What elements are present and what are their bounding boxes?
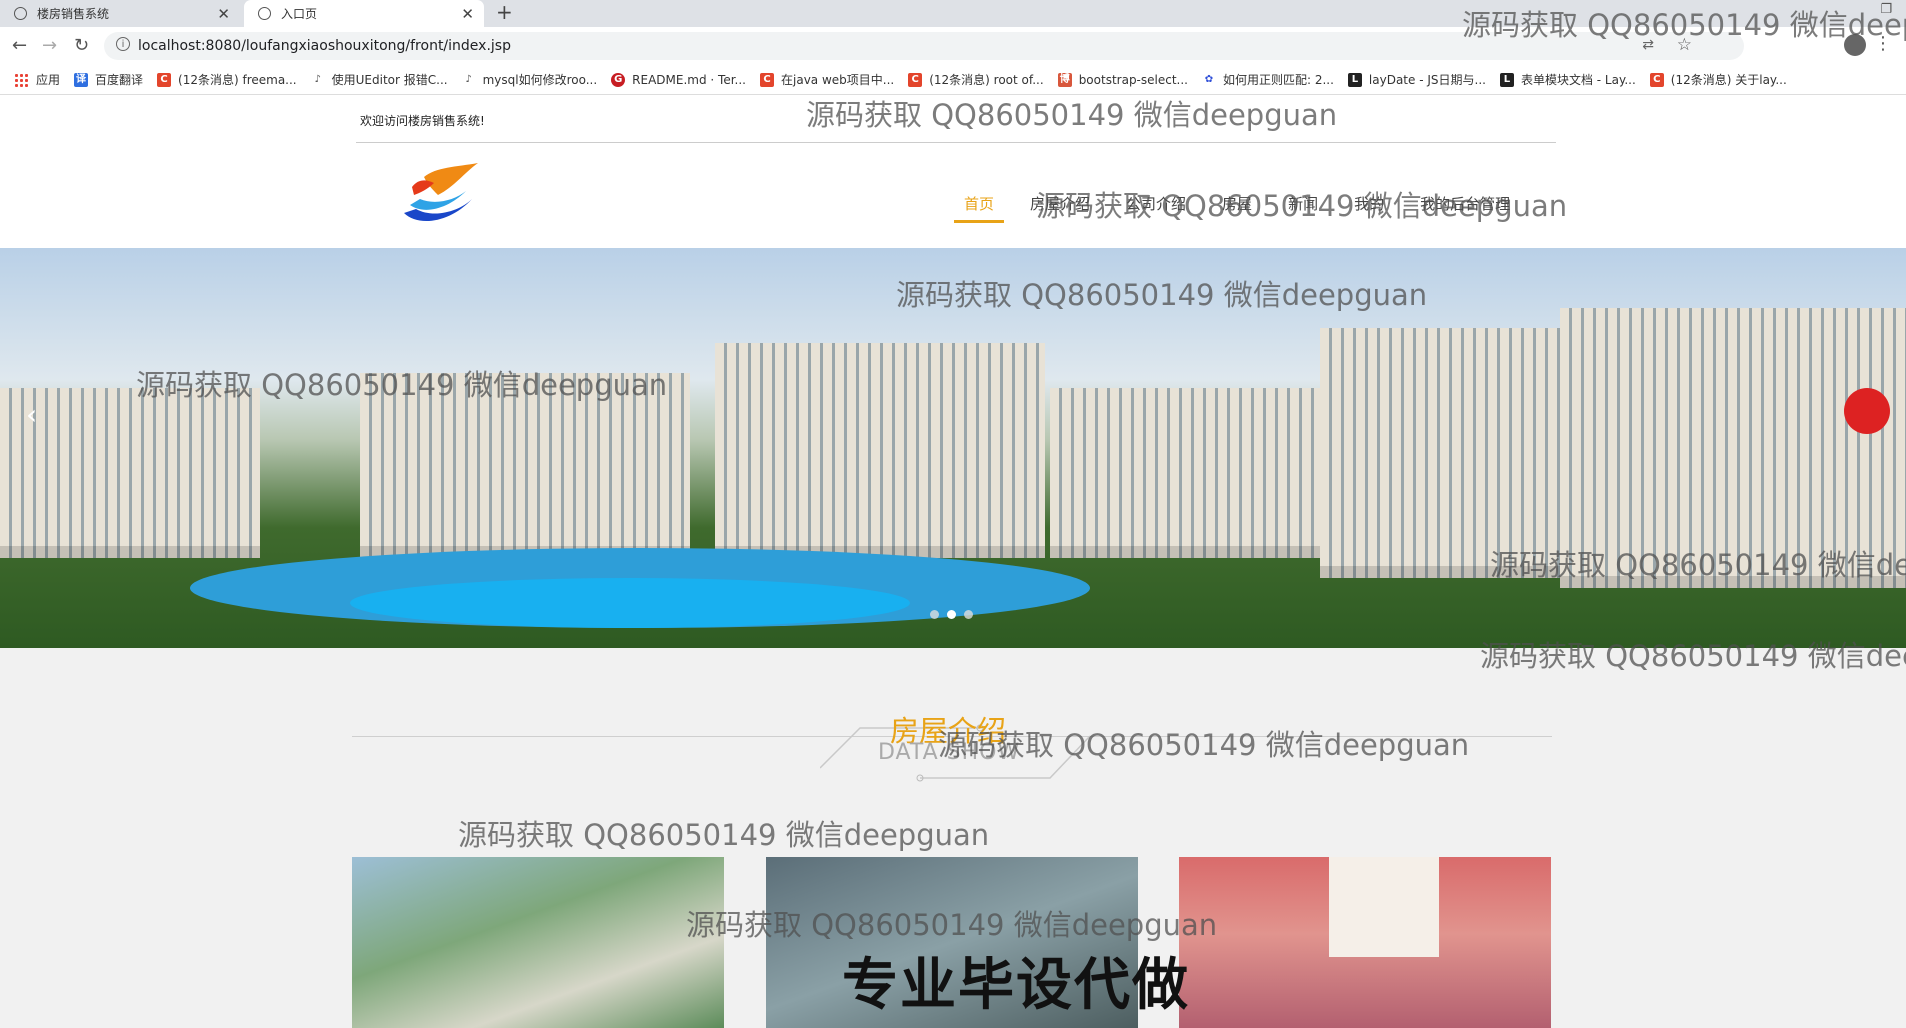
layui-icon: L [1347,72,1362,87]
csdn-icon: C [1649,72,1664,87]
bookmark-item[interactable]: C (12条消息) 关于lay... [1649,71,1787,88]
bookmark-label: 百度翻译 [95,73,144,87]
watermark-text: 源码获取 QQ86050149 微信deepguan [136,368,668,402]
pool-image [350,578,910,628]
carousel-indicators [930,610,981,619]
bookmark-apps[interactable]: 应用 [14,71,60,88]
translate-icon: 译 [74,72,89,87]
link-icon: ♪ [465,73,472,85]
watermark-text: 源码获取 QQ86050149 微信deepguan [896,278,1428,312]
forward-icon[interactable]: → [42,35,57,56]
bookmark-label: 表单模块文档 - Lay... [1520,73,1636,87]
shield-favicon-icon [14,7,27,20]
bookmark-label: README.md · Ter... [632,72,746,87]
close-tab-icon[interactable]: ✕ [217,5,230,23]
bookmark-item[interactable]: C (12条消息) freema... [157,71,297,88]
watermark-text: 源码获取 QQ86050149 微信deepguan [1480,639,1906,673]
bookmark-item[interactable]: 译百度翻译 [74,71,143,88]
building-image [0,388,260,558]
gitee-icon: G [611,72,626,87]
bookmark-label: 如何用正则匹配: 2... [1222,73,1334,87]
new-tab-button[interactable]: + [496,0,513,27]
bookmark-label: 应用 [36,73,61,87]
bookmark-item[interactable]: LlayDate - JS日期与... [1347,71,1486,88]
bookmark-item[interactable]: ✿ 如何用正则匹配: 2... [1202,71,1334,88]
bookmark-label: (12条消息) 关于lay... [1670,73,1787,87]
bookmark-label: bootstrap-select... [1078,72,1188,87]
layui-icon: L [1499,72,1514,87]
cnblogs-icon: 博 [1057,72,1072,87]
bookmark-label: (12条消息) freema... [178,73,297,87]
bookmark-item[interactable]: L 表单模块文档 - Lay... [1499,71,1636,88]
building-image [1320,328,1570,578]
link-icon: ♪ [314,73,321,85]
watermark-text: 源码获取 QQ86050149 微信deepguan [1036,189,1568,223]
baidu-icon: ✿ [1204,73,1214,85]
bookmark-label: 在java web项目中... [781,73,895,87]
building-image [715,343,1045,558]
welcome-text: 欢迎访问楼房销售系统! [360,114,485,128]
watermark-text: 源码获取 QQ86050149 微信deepguan [458,818,990,852]
close-tab-icon[interactable]: ✕ [461,5,474,23]
carousel-dot[interactable] [964,610,973,619]
info-icon[interactable]: i [116,37,130,51]
csdn-icon: C [760,72,774,87]
watermark-text: 源码获取 QQ86050149 微信deepguan [1490,548,1906,582]
watermark-text: 源码获取 QQ86050149 微信deepguan [1462,8,1906,42]
promo-overlay-text: 专业毕设代做 [842,953,1190,1018]
building-image [1050,388,1320,558]
header-divider [356,142,1556,143]
watermark-text: 源码获取 QQ86050149 微信deepguan [686,908,1218,942]
carousel-prev-icon[interactable]: ‹ [26,398,37,431]
carousel-dot[interactable] [947,610,956,619]
csdn-icon: C [908,72,923,87]
carousel-next-button[interactable] [1844,388,1890,434]
reload-icon[interactable]: ↻ [74,35,89,56]
globe-favicon-icon [258,7,271,20]
back-icon[interactable]: ← [12,35,27,56]
bookmarks-bar: 应用 译百度翻译 C (12条消息) freema... ♪ 使用UEditor 报… [0,65,1906,95]
bookmark-label: layDate - JS日期与... [1368,73,1486,87]
bookmark-item[interactable]: ♪ 使用UEditor 报错C... [311,71,448,88]
window-image [1329,857,1439,957]
bookmark-item[interactable]: C (12条消息) root of... [908,71,1044,88]
bookmark-label: (12条消息) root of... [929,73,1044,87]
house-card[interactable] [1179,857,1551,1028]
bookmark-item[interactable]: ♪ mysql如何修改roo... [462,71,598,88]
bookmark-label: mysql如何修改roo... [482,73,598,87]
tab-label: 入口页 [281,7,318,21]
apps-icon [14,72,28,87]
house-card[interactable] [352,857,724,1028]
watermark-text: 源码获取 QQ86050149 微信deepguan [938,728,1470,762]
url-text: localhost:8080/loufangxiaoshouxitong/fro… [138,38,511,54]
nav-home[interactable]: 首页 [953,193,1005,223]
tab-label: 楼房销售系统 [37,7,110,21]
site-logo[interactable] [398,161,486,231]
bookmark-label: 使用UEditor 报错C... [331,73,448,87]
bookmark-item[interactable]: C 在java web项目中... [760,71,894,88]
bookmark-item[interactable]: G README.md · Ter... [611,72,746,87]
bookmark-item[interactable]: 博 bootstrap-select... [1057,72,1188,87]
carousel-dot[interactable] [930,610,939,619]
watermark-text: 源码获取 QQ86050149 微信deepguan [806,98,1338,132]
tab-entry-page[interactable]: 入口页 ✕ [244,0,484,27]
csdn-icon: C [157,72,172,87]
tab-loufang-system[interactable]: 楼房销售系统 ✕ [0,0,240,27]
